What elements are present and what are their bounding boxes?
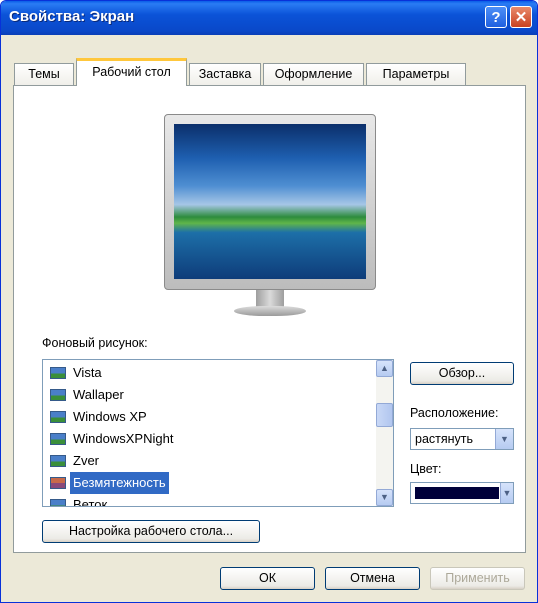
cancel-button[interactable]: Отмена: [325, 567, 420, 590]
tab-appearance[interactable]: Оформление: [263, 63, 364, 85]
scroll-down-button[interactable]: ▼: [376, 489, 393, 506]
tab-themes[interactable]: Темы: [14, 63, 74, 85]
position-value: растянуть: [415, 432, 474, 446]
list-item[interactable]: Веток: [48, 494, 368, 506]
arrow-down-icon: ▼: [380, 492, 389, 502]
color-label: Цвет:: [410, 462, 442, 476]
position-label: Расположение:: [410, 406, 499, 420]
browse-button[interactable]: Обзор...: [410, 362, 514, 385]
close-icon: ✕: [514, 9, 528, 26]
background-listbox[interactable]: Vista Wallaper Windows XP WindowsXPNight…: [42, 359, 394, 507]
window-title: Свойства: Экран: [9, 8, 135, 25]
arrow-up-icon: ▲: [380, 363, 389, 373]
ok-button[interactable]: ОК: [220, 567, 315, 590]
list-item[interactable]: Zver: [48, 450, 368, 472]
tab-screensaver[interactable]: Заставка: [189, 63, 261, 85]
dropdown-arrow-icon[interactable]: ▼: [500, 483, 513, 503]
monitor-preview: [164, 114, 376, 324]
close-button[interactable]: ✕: [510, 6, 532, 28]
scroll-thumb[interactable]: [376, 403, 393, 427]
customize-desktop-button[interactable]: Настройка рабочего стола...: [42, 520, 260, 543]
image-file-icon: [50, 411, 66, 423]
list-item[interactable]: Vista: [48, 362, 368, 384]
help-icon: ?: [491, 9, 501, 26]
image-file-icon: [50, 477, 66, 489]
dropdown-arrow-icon[interactable]: ▼: [495, 429, 513, 449]
scroll-up-button[interactable]: ▲: [376, 360, 393, 377]
title-bar[interactable]: Свойства: Экран ? ✕: [1, 1, 537, 35]
color-picker[interactable]: ▼: [410, 482, 514, 504]
image-file-icon: [50, 499, 66, 506]
image-file-icon: [50, 455, 66, 467]
color-swatch: [415, 487, 499, 499]
monitor-base: [234, 306, 306, 316]
background-label: Фоновый рисунок:: [42, 336, 148, 350]
display-properties-window: Свойства: Экран ? ✕ Темы Рабочий стол За…: [0, 0, 538, 603]
listbox-scrollbar[interactable]: ▲ ▼: [376, 360, 393, 506]
tab-desktop[interactable]: Рабочий стол: [76, 58, 187, 86]
list-item[interactable]: Windows XP: [48, 406, 368, 428]
image-file-icon: [50, 433, 66, 445]
list-item-selected[interactable]: Безмятежность: [48, 472, 368, 494]
image-file-icon: [50, 389, 66, 401]
tab-settings[interactable]: Параметры: [366, 63, 466, 85]
position-select[interactable]: растянуть ▼: [410, 428, 514, 450]
help-button[interactable]: ?: [485, 6, 507, 28]
apply-button[interactable]: Применить: [430, 567, 525, 590]
monitor-bezel: [164, 114, 376, 290]
wallpaper-preview: [174, 124, 366, 279]
list-item[interactable]: WindowsXPNight: [48, 428, 368, 450]
image-file-icon: [50, 367, 66, 379]
list-item[interactable]: Wallaper: [48, 384, 368, 406]
desktop-tab-panel: Фоновый рисунок: Vista Wallaper Windows …: [13, 85, 526, 553]
